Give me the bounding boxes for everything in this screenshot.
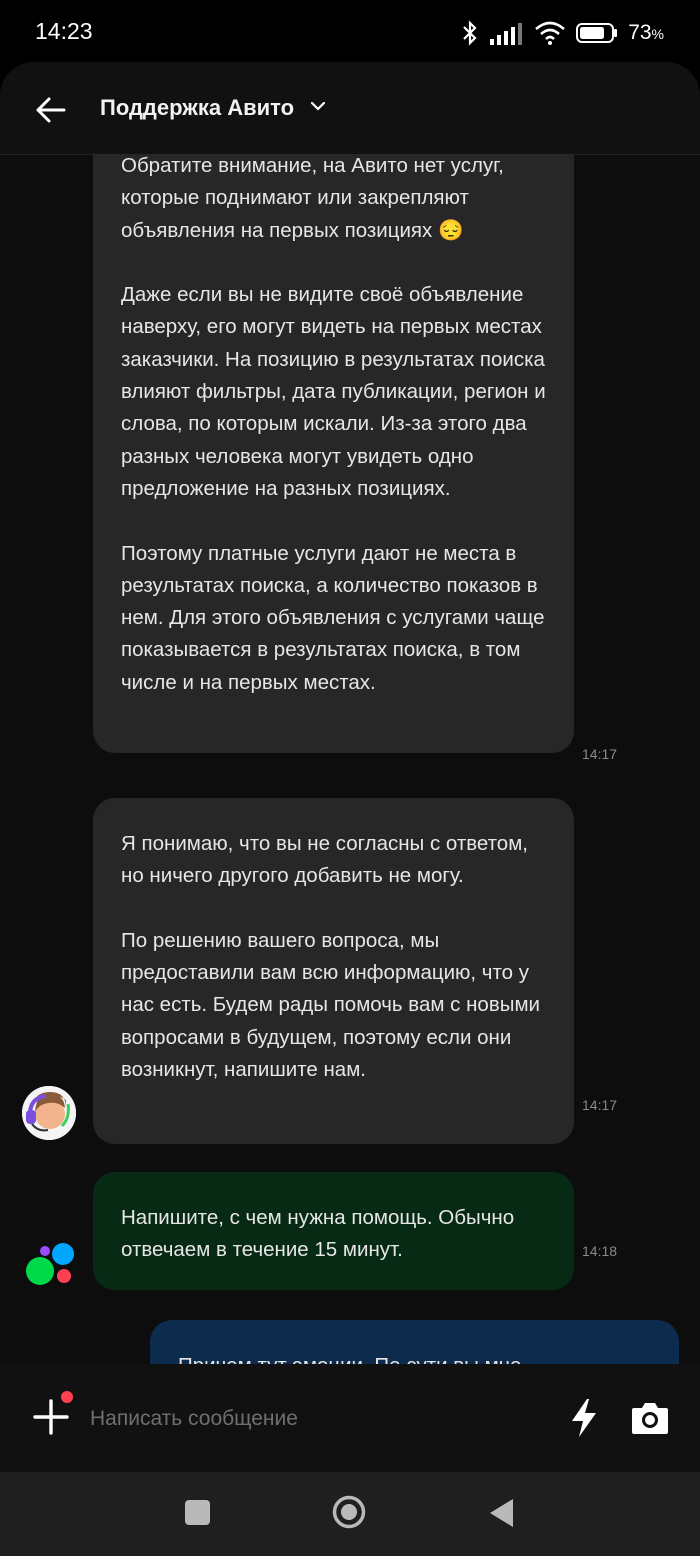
system-nav-bar [0,1472,700,1556]
status-bar: 14:23 73% [0,0,700,64]
message-input-bar [0,1364,700,1472]
bot-message-bubble: Напишите, с чем нужна помощь. Обычно отв… [93,1172,574,1290]
avito-logo-icon[interactable] [22,1239,78,1289]
message-text: Обратите внимание, на Авито нет услуг, к… [121,154,504,242]
support-agent-avatar[interactable] [22,1086,76,1140]
back-button[interactable] [30,90,70,130]
message-input[interactable] [88,1398,532,1440]
notification-dot [61,1391,73,1403]
recent-apps-button[interactable] [185,1500,210,1525]
battery-percentage: 73% [628,21,664,44]
signal-icon [490,23,523,45]
message-time: 14:18 [582,1243,618,1259]
wifi-icon [535,21,566,45]
support-agent-icon [22,1086,76,1140]
chat-title[interactable]: Поддержка Авито [100,95,294,121]
bluetooth-icon [463,20,477,46]
message-text: По решению вашего вопроса, мы предостави… [121,928,540,1082]
message-text: Напишите, с чем нужна помощь. Обычно отв… [121,1206,515,1262]
plus-icon[interactable] [32,1398,70,1436]
message-text: Я понимаю, что вы не согласны с ответом,… [121,832,528,888]
chat-messages[interactable]: Обратите внимание, на Авито нет услуг, к… [0,154,700,1366]
arrow-left-icon [36,97,66,123]
user-message-bubble: Причем тут эмоции. По сути вы мне [150,1320,679,1366]
battery-icon [576,23,618,43]
support-message-bubble: Я понимаю, что вы не согласны с ответом,… [93,798,574,1144]
message-text: Поэтому платные услуги дают не места в р… [121,541,545,694]
chevron-down-icon[interactable] [310,100,326,112]
back-triangle-icon[interactable] [487,1497,515,1529]
status-time: 14:23 [35,18,93,44]
camera-icon[interactable] [630,1400,670,1436]
app-window: Поддержка Авито Обратите внимание, на Ав… [0,62,700,1472]
status-icons: 73% [460,18,664,48]
support-message-bubble: Обратите внимание, на Авито нет услуг, к… [93,154,574,753]
lightning-icon[interactable] [568,1398,600,1438]
home-button-icon[interactable] [332,1495,366,1529]
message-text: Даже если вы не видите своё объявление н… [121,283,546,500]
message-time: 14:17 [582,1097,618,1113]
message-time: 14:17 [582,746,618,762]
chat-header: Поддержка Авито [0,62,700,155]
